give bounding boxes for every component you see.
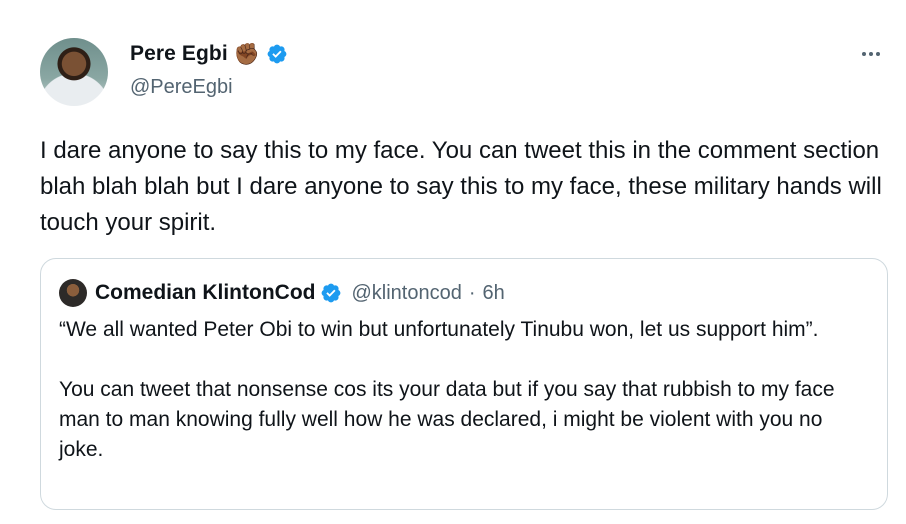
quoted-tweet[interactable]: Comedian KlintonCod @klintoncod · 6h “We…	[40, 258, 888, 510]
tweet-text: I dare anyone to say this to my face. Yo…	[40, 137, 889, 236]
raised-fist-icon: ✊🏾	[233, 42, 260, 66]
author-handle[interactable]: @PereEgbi	[130, 76, 233, 99]
quoted-timestamp[interactable]: 6h	[483, 282, 505, 305]
quoted-author-display-name[interactable]: Comedian KlintonCod	[95, 281, 315, 305]
separator-dot: ·	[468, 281, 476, 304]
quoted-verified-badge-icon	[320, 282, 342, 304]
author-name-row: Pere Egbi ✊🏾	[130, 42, 288, 66]
quoted-tweet-text: “We all wanted Peter Obi to win but unfo…	[59, 318, 835, 461]
author-avatar[interactable]	[40, 38, 108, 106]
tweet: Pere Egbi ✊🏾 @PereEgbi I dare anyone to …	[0, 0, 906, 524]
more-options-icon[interactable]	[856, 46, 886, 62]
verified-badge-icon[interactable]	[266, 43, 288, 65]
author-display-name[interactable]: Pere Egbi	[130, 42, 228, 66]
quoted-author-avatar[interactable]	[59, 279, 87, 307]
quoted-author-handle[interactable]: @klintoncod	[351, 282, 461, 305]
quoted-tweet-header: Comedian KlintonCod @klintoncod · 6h	[59, 279, 505, 307]
